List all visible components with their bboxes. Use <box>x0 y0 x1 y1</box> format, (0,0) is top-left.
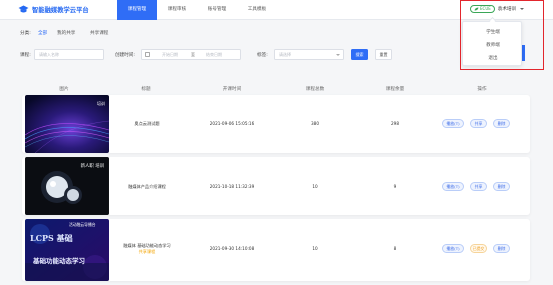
tag-select[interactable]: 请选择 <box>274 49 344 60</box>
top-nav-bar: 智能融媒教学云平台 课程管理 课程审核 账号管理 工具模板 ECUE 袁术培训 <box>0 0 553 20</box>
course-title[interactable]: 奥点云测试题 <box>134 121 159 127</box>
column-header-remaining: 课程余量 <box>385 87 405 92</box>
table-row: 新人职 培训 融媒体产品介绍课程 2021-10-18 11:32:39 10 … <box>22 157 530 215</box>
leaf-icon <box>474 7 479 11</box>
segment-all[interactable]: 全部 <box>38 30 47 36</box>
play-button[interactable]: 播放(T) <box>442 182 464 191</box>
menu-item-teacher[interactable]: 教师端 <box>463 42 523 48</box>
course-start-time: 2021-09-06 15:05:16 <box>209 121 255 126</box>
course-search-input[interactable]: 请输入名称 <box>34 49 104 60</box>
course-cover-image <box>25 219 109 281</box>
tab-course-management[interactable]: 课程管理 <box>117 0 157 20</box>
created-time-label: 创建时间: <box>115 53 135 58</box>
category-label: 分类: <box>20 31 31 36</box>
submitted-button[interactable]: 已提交 <box>470 244 487 253</box>
course-start-time: 2021-10-18 11:32:39 <box>209 184 255 189</box>
app-title: 智能融媒教学云平台 <box>32 7 89 14</box>
thumbnail-caption: 基础功能动态学习 <box>33 257 85 265</box>
course-total: 380 <box>311 121 319 126</box>
course-remaining: 8 <box>393 246 397 251</box>
table-row: 培训 奥点云测试题 2021-09-06 15:05:16 380 298 播放… <box>22 95 530 153</box>
course-title[interactable]: 融媒体产品介绍课程 <box>128 184 166 190</box>
table-row: 活动融云导播台 LCPS 基础 基础功能动态学习 融媒体 基础功能动态学习 共享… <box>22 219 530 281</box>
share-button[interactable]: 共享 <box>470 119 487 128</box>
app-logo[interactable]: 智能融媒教学云平台 <box>18 5 89 14</box>
play-button[interactable]: 播放(T) <box>442 119 464 128</box>
thumbnail-label: 活动融云导播台 <box>69 222 96 227</box>
thumbnail-label: 新人职 培训 <box>80 164 104 169</box>
table-header: 图片 标题 开课时间 课程总数 课程余量 操作 <box>20 84 535 94</box>
share-button[interactable]: 共享 <box>470 182 487 191</box>
search-button[interactable]: 搜索 <box>351 49 368 60</box>
user-name: 袁术培训 <box>497 7 517 12</box>
column-header-image: 图片 <box>59 87 69 92</box>
course-thumbnail[interactable]: 新人职 培训 <box>25 157 109 215</box>
course-remaining: 298 <box>391 121 399 126</box>
end-date-field[interactable]: 结束日期 <box>206 50 222 59</box>
tab-course-review[interactable]: 课程审核 <box>157 0 197 20</box>
column-header-start-time: 开课时间 <box>222 87 242 92</box>
column-header-title: 标题 <box>141 87 151 92</box>
segment-shared-courses[interactable]: 共享课程 <box>90 30 108 36</box>
course-thumbnail[interactable]: 培训 <box>25 95 109 153</box>
delete-button[interactable]: 删除 <box>493 244 510 253</box>
column-header-actions: 操作 <box>477 87 487 92</box>
thumbnail-heading: LCPS 基础 <box>30 233 73 243</box>
calendar-icon <box>145 51 150 57</box>
date-range-input[interactable]: 开始日期 至 结束日期 <box>141 49 241 60</box>
user-dropdown-menu: 学生端 教师端 退出 <box>462 21 522 66</box>
org-logo-badge: ECUE <box>470 5 495 13</box>
reset-button[interactable]: 重置 <box>375 49 392 60</box>
tab-tool-templates[interactable]: 工具模板 <box>237 0 277 20</box>
course-thumbnail[interactable]: 活动融云导播台 LCPS 基础 基础功能动态学习 <box>25 219 109 281</box>
shared-course-tag: 共享课程 <box>138 249 156 254</box>
graduation-cap-icon <box>18 5 29 13</box>
column-header-total: 课程总数 <box>305 87 325 92</box>
course-label: 课程: <box>20 53 31 58</box>
tag-label: 标签: <box>257 53 268 58</box>
course-start-time: 2021-09-30 14:10:08 <box>209 246 255 251</box>
range-separator: 至 <box>191 52 195 57</box>
chevron-down-icon <box>336 54 340 56</box>
course-remaining: 9 <box>393 184 397 189</box>
delete-button[interactable]: 删除 <box>493 182 510 191</box>
start-date-field[interactable]: 开始日期 <box>162 52 178 57</box>
tab-account-management[interactable]: 账号管理 <box>197 0 237 20</box>
delete-button[interactable]: 删除 <box>493 119 510 128</box>
page: 智能融媒教学云平台 课程管理 课程审核 账号管理 工具模板 ECUE 袁术培训 … <box>0 0 553 285</box>
course-total: 10 <box>312 184 318 189</box>
user-menu[interactable]: ECUE 袁术培训 <box>470 5 525 13</box>
play-button[interactable]: 播放(T) <box>442 244 464 253</box>
chevron-down-icon <box>520 8 525 10</box>
menu-item-logout[interactable]: 退出 <box>463 55 523 61</box>
course-total: 10 <box>312 246 318 251</box>
thumbnail-label: 培训 <box>97 101 105 106</box>
menu-item-student[interactable]: 学生端 <box>463 29 523 35</box>
segment-my-shared[interactable]: 我的共享 <box>57 30 75 36</box>
